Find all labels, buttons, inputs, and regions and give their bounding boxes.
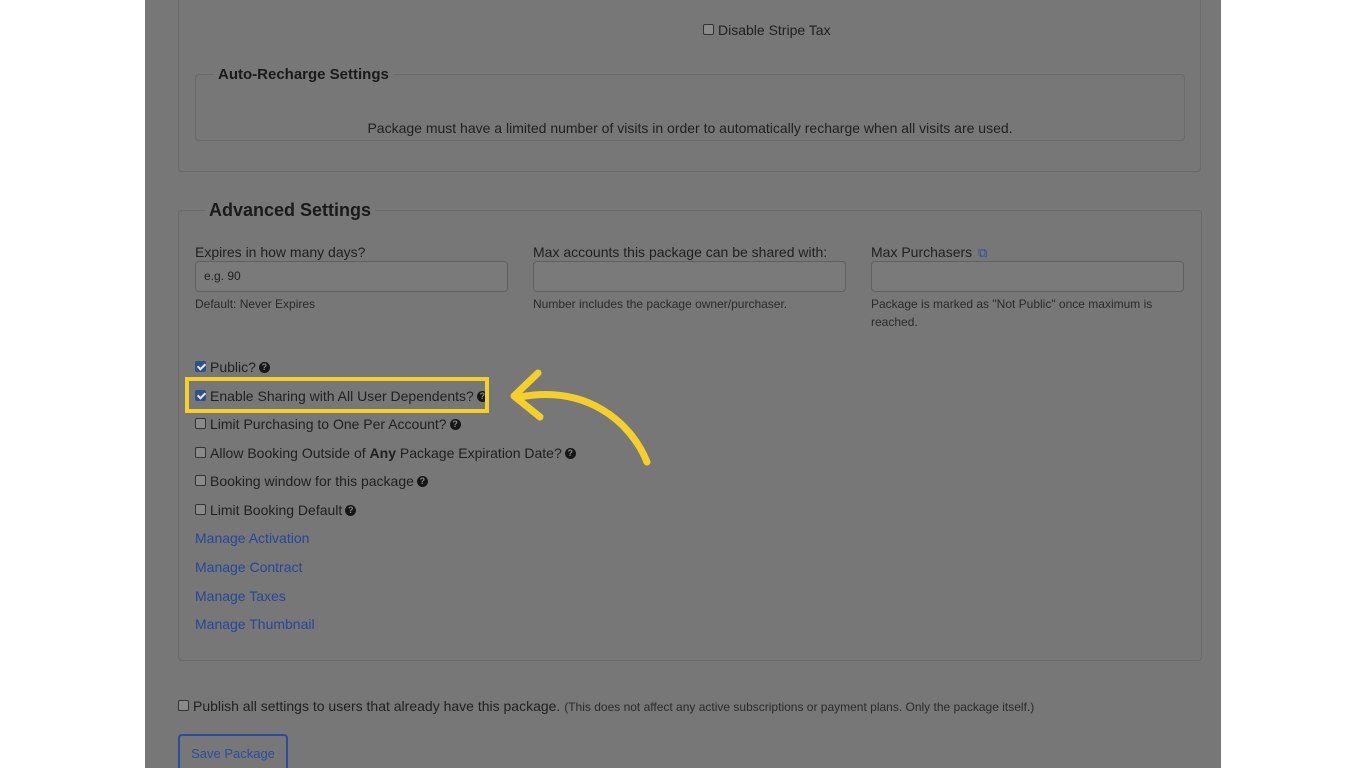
public-checkbox[interactable] (195, 360, 206, 372)
allow-booking-outside-label-bold: Any (369, 445, 396, 461)
publish-settings-note: (This does not affect any active subscri… (564, 700, 1035, 714)
max-purchasers-label: Max Purchasers (871, 244, 973, 260)
limit-booking-default-checkbox[interactable] (195, 503, 206, 515)
auto-recharge-fieldset: Auto-Recharge Settings Package must have… (195, 66, 1185, 141)
max-purchasers-input[interactable] (871, 261, 1184, 292)
max-accounts-help: Number includes the package owner/purcha… (533, 297, 788, 311)
max-accounts-input[interactable] (533, 261, 846, 292)
disable-stripe-tax-label: Disable Stripe Tax (718, 22, 831, 38)
publish-settings-option[interactable]: Publish all settings to users that alrea… (178, 698, 1034, 714)
limit-one-per-account-label: Limit Purchasing to One Per Account? (210, 416, 447, 432)
public-option[interactable]: Public?? (195, 359, 270, 375)
manage-activation-link[interactable]: Manage Activation (195, 530, 309, 546)
expires-days-input[interactable]: e.g. 90 (195, 261, 508, 292)
manage-contract-link[interactable]: Manage Contract (195, 559, 302, 575)
max-purchasers-help: Package is marked as "Not Public" once m… (871, 297, 1153, 329)
advanced-settings-title: Advanced Settings (209, 200, 372, 220)
limit-booking-default-label: Limit Booking Default (210, 502, 343, 518)
help-icon[interactable]: ? (258, 361, 270, 373)
limit-one-per-account-option[interactable]: Limit Purchasing to One Per Account?? (195, 416, 461, 432)
highlight-box (185, 377, 489, 413)
manage-thumbnail-link[interactable]: Manage Thumbnail (195, 616, 315, 632)
auto-recharge-title: Auto-Recharge Settings (218, 66, 389, 83)
limit-one-per-account-checkbox[interactable] (195, 417, 206, 429)
expires-days-label: Expires in how many days? (195, 244, 366, 260)
public-label: Public? (210, 359, 256, 375)
help-icon[interactable]: ? (449, 418, 461, 430)
annotation-arrow-icon (510, 369, 651, 466)
allow-booking-outside-checkbox[interactable] (195, 446, 206, 458)
manage-taxes-link[interactable]: Manage Taxes (195, 588, 286, 604)
expires-days-help: Default: Never Expires (195, 297, 316, 311)
publish-settings-checkbox[interactable] (178, 699, 189, 711)
help-icon[interactable]: ? (345, 504, 357, 516)
limit-booking-default-option[interactable]: Limit Booking Default? (195, 502, 357, 518)
package-settings-page: Disable Stripe Tax Auto-Recharge Setting… (145, 0, 1221, 768)
booking-window-label: Booking window for this package (210, 473, 414, 489)
booking-window-option[interactable]: Booking window for this package? (195, 473, 428, 489)
disable-stripe-tax-option[interactable]: Disable Stripe Tax (703, 22, 831, 38)
max-purchasers-label-row: Max Purchasers ⧉ (871, 244, 987, 261)
help-icon[interactable]: ? (416, 475, 428, 487)
publish-settings-label: Publish all settings to users that alrea… (193, 698, 561, 714)
auto-recharge-description: Package must have a limited number of vi… (367, 120, 1013, 136)
external-link-icon[interactable]: ⧉ (978, 245, 987, 260)
save-package-button[interactable]: Save Package (178, 734, 288, 768)
disable-stripe-tax-checkbox[interactable] (703, 23, 714, 35)
allow-booking-outside-label-start: Allow Booking Outside of (210, 445, 370, 461)
booking-window-checkbox[interactable] (195, 474, 206, 486)
max-accounts-label: Max accounts this package can be shared … (533, 244, 828, 260)
